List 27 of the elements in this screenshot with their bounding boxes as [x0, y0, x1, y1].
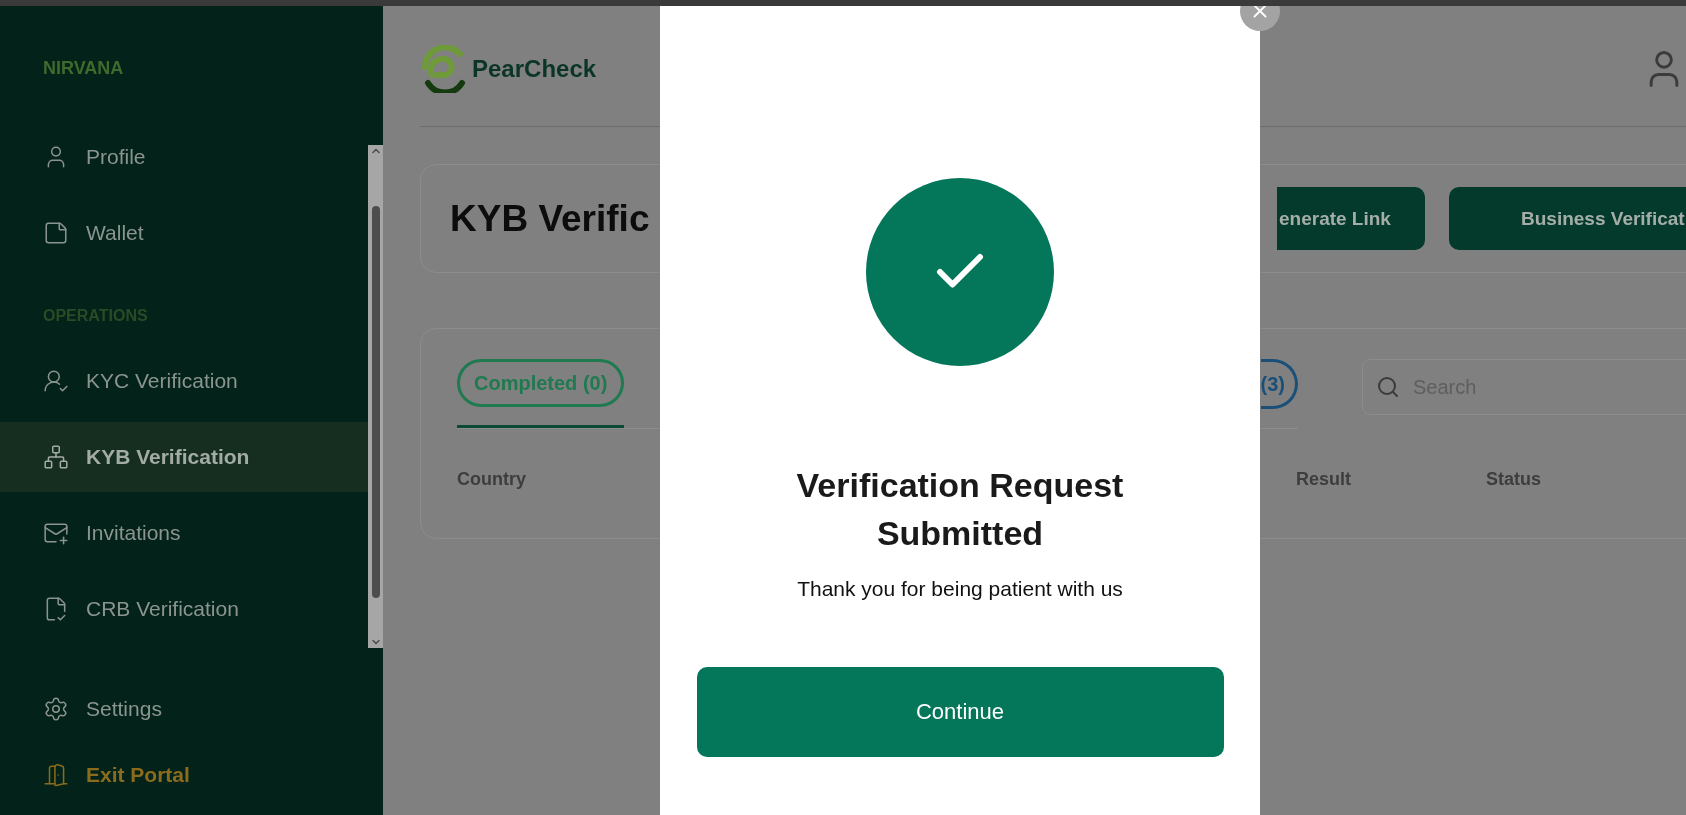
- sidebar-item[interactable]: Settings: [0, 674, 368, 744]
- sidebar-item[interactable]: Profile: [0, 122, 368, 192]
- door-icon: [43, 762, 69, 788]
- brand-name: NIRVANA: [42, 57, 125, 80]
- dialog-title: Verification Request Submitted: [795, 465, 1125, 554]
- dialog-message: Thank you for being patient with us: [797, 577, 1123, 601]
- nav-icon: [43, 444, 69, 470]
- settings-icon: [43, 696, 69, 722]
- nav-icon: [43, 220, 69, 246]
- sidebar-item[interactable]: CRB Verification: [0, 574, 368, 644]
- sidebar-item[interactable]: KYC Verification: [0, 346, 368, 416]
- sidebar-item[interactable]: Wallet: [0, 198, 368, 268]
- continue-button[interactable]: Continue: [696, 667, 1224, 757]
- page-title: KYB Verific: [450, 197, 650, 240]
- search-icon: [1376, 375, 1400, 399]
- column-header: Status: [1486, 469, 1541, 490]
- exit-link[interactable]: Exit Portal: [0, 750, 368, 800]
- generate-link-button[interactable]: enerate Link: [1277, 187, 1425, 250]
- column-header: Country: [457, 469, 526, 490]
- business-verification-button[interactable]: Business Verificat: [1449, 187, 1686, 250]
- column-header: Result: [1296, 469, 1351, 490]
- scrollbar[interactable]: [368, 145, 383, 648]
- nav-icon: [43, 368, 69, 394]
- sidebar-item[interactable]: KYB Verification: [0, 422, 368, 492]
- logo-icon: [420, 45, 466, 93]
- sidebar-item[interactable]: Invitations: [0, 498, 368, 568]
- logo-text: PearCheck: [472, 55, 597, 83]
